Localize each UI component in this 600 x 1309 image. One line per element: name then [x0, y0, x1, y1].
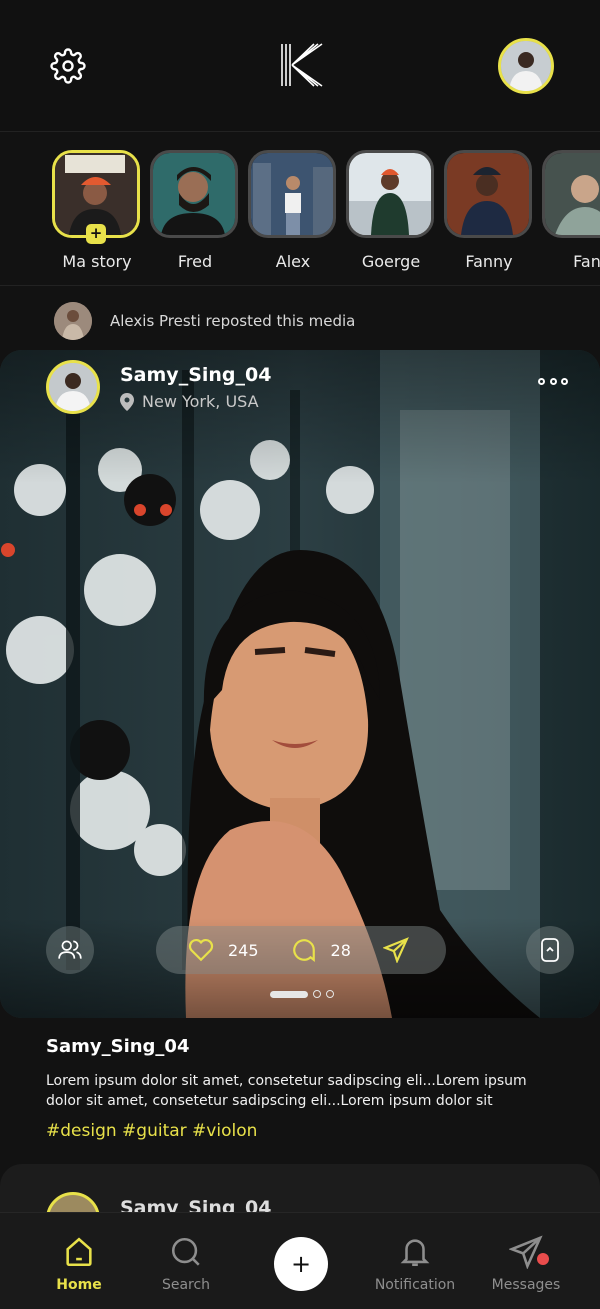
post-author-avatar[interactable] [46, 360, 100, 414]
tab-notification[interactable]: Notification [360, 1213, 470, 1309]
post-caption: Samy_Sing_04 Lorem ipsum dolor sit amet,… [46, 1036, 566, 1141]
more-options-icon[interactable] [538, 378, 568, 390]
story-label: Alex [275, 252, 311, 271]
caption-text: Lorem ipsum dolor sit amet, consetetur s… [46, 1073, 527, 1109]
bookmark-icon [541, 938, 559, 962]
heart-icon [188, 938, 214, 962]
share-button[interactable] [382, 937, 409, 963]
bell-icon [400, 1239, 430, 1267]
tab-label: Home [56, 1277, 102, 1293]
tab-home[interactable]: Home [24, 1213, 134, 1309]
repost-text: Alexis Presti reposted this media [110, 312, 356, 330]
caption-username[interactable]: Samy_Sing_04 [46, 1036, 566, 1057]
reposter-avatar[interactable] [54, 302, 92, 340]
story-thumbnail [248, 150, 336, 238]
post-image[interactable] [0, 350, 600, 1018]
home-icon [66, 1237, 92, 1267]
tab-label: Notification [374, 1277, 456, 1293]
location-pin-icon [120, 392, 134, 411]
story-label: Fan [573, 252, 600, 271]
story-label: Fred [177, 252, 213, 271]
post-author-name[interactable]: Samy_Sing_04 [120, 364, 271, 386]
top-bar [0, 0, 600, 132]
carousel-dot [326, 990, 334, 998]
send-icon [509, 1235, 543, 1269]
post-actions: 245 28 [0, 926, 600, 976]
tag-people-button[interactable] [46, 926, 94, 974]
profile-avatar[interactable] [498, 38, 554, 94]
comment-count: 28 [330, 940, 351, 960]
story-label: Goerge [361, 252, 421, 271]
repost-info: Alexis Presti reposted this media [54, 302, 355, 340]
like-count: 245 [228, 940, 259, 960]
story-thumbnail [542, 150, 600, 238]
comment-icon [292, 939, 315, 962]
stories-row: + Ma story Fred Alex Goerge Fanny Fan [0, 132, 600, 286]
story-label: Ma story [62, 252, 132, 271]
tab-label: Messages [491, 1277, 561, 1293]
unread-badge [537, 1253, 549, 1265]
story-fanny[interactable]: Fanny [444, 150, 534, 271]
story-ma-story[interactable]: + Ma story [52, 150, 142, 271]
story-alex[interactable]: Alex [248, 150, 338, 271]
gear-icon[interactable] [50, 48, 86, 84]
tab-search[interactable]: Search [131, 1213, 241, 1309]
app-logo [281, 43, 323, 87]
add-post-button[interactable]: + [274, 1237, 328, 1291]
add-story-icon[interactable]: + [86, 224, 106, 244]
like-button[interactable]: 245 [188, 938, 259, 962]
search-icon [171, 1237, 200, 1266]
post-location-text: New York, USA [142, 392, 259, 411]
post-location: New York, USA [120, 392, 259, 411]
story-label: Fanny [465, 252, 513, 271]
send-icon [382, 937, 409, 963]
tab-messages[interactable]: Messages [471, 1213, 581, 1309]
carousel-dot-active [270, 990, 308, 998]
bottom-tab-bar: Home Search + Notification Messages [0, 1212, 600, 1309]
carousel-dot [313, 990, 321, 998]
story-fred[interactable]: Fred [150, 150, 240, 271]
story-thumbnail [444, 150, 532, 238]
post-card: Samy_Sing_04 New York, USA 245 28 [0, 350, 600, 1018]
reaction-bar: 245 28 [156, 926, 446, 974]
carousel-indicator[interactable] [270, 990, 334, 998]
post-header: Samy_Sing_04 New York, USA [46, 360, 568, 416]
users-icon [58, 940, 82, 959]
comment-button[interactable]: 28 [291, 937, 351, 963]
story-thumbnail [346, 150, 434, 238]
bookmark-button[interactable] [526, 926, 574, 974]
story-goerge[interactable]: Goerge [346, 150, 436, 271]
tab-label: Search [161, 1277, 211, 1293]
caption-hashtags[interactable]: #design #guitar #violon [46, 1121, 566, 1141]
story-fan[interactable]: Fan [542, 150, 600, 271]
story-thumbnail [150, 150, 238, 238]
